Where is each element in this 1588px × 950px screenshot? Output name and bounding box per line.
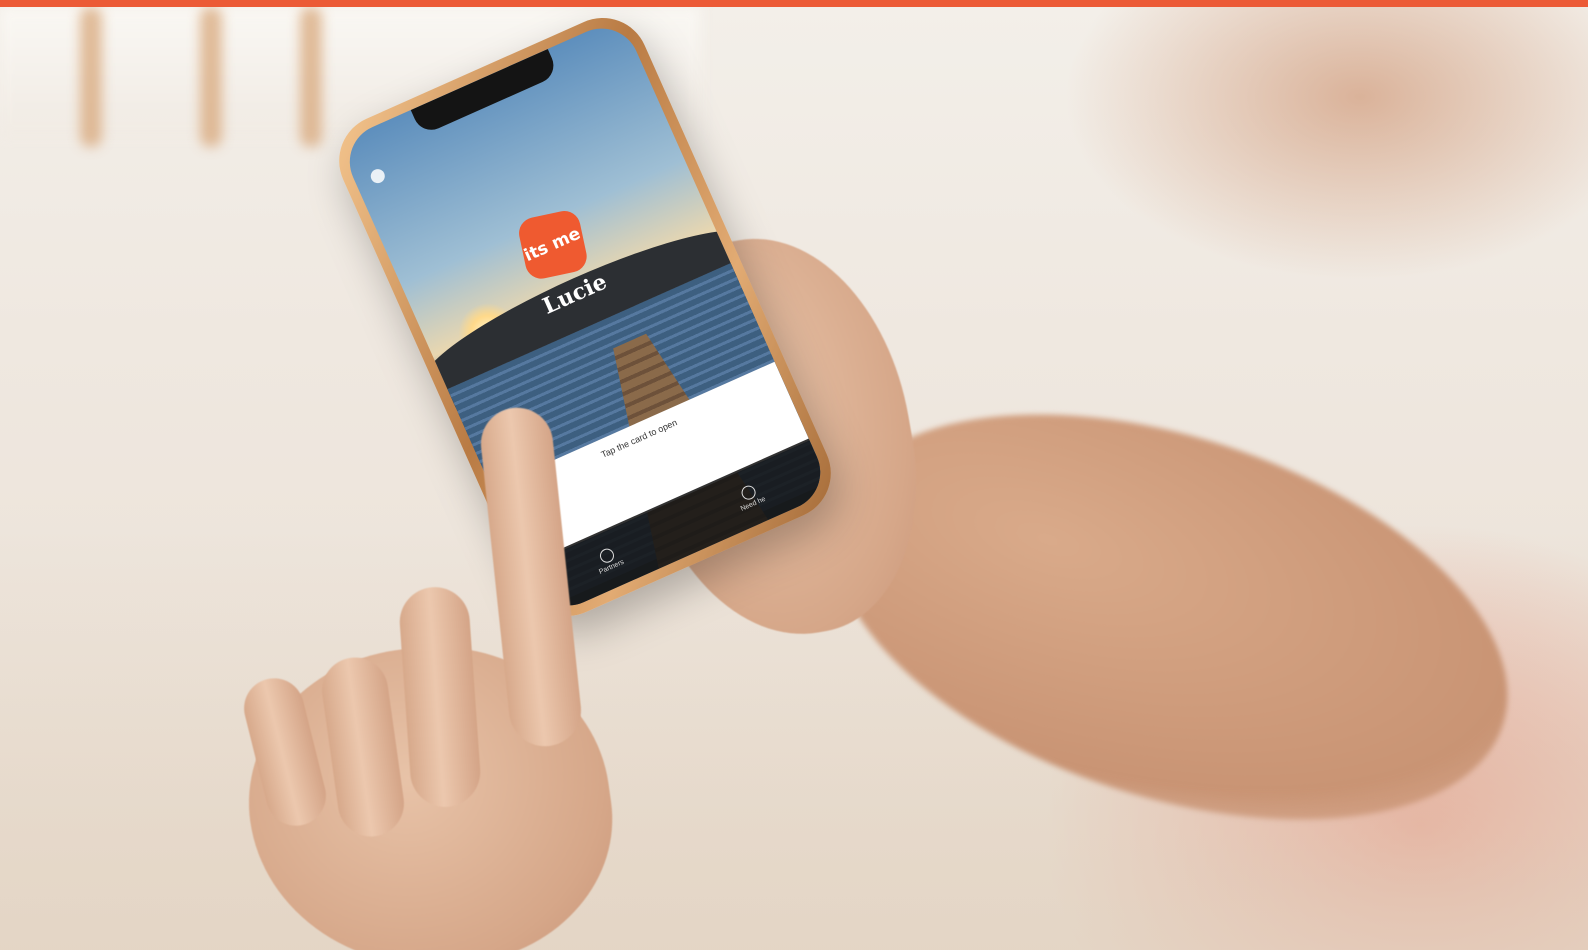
accent-top-bar (0, 0, 1588, 7)
tab-partners[interactable]: Partners (591, 544, 625, 575)
photo-scene: its me Lucie Tap the card to open Partne… (0, 7, 1588, 950)
background-post (200, 7, 222, 147)
background-post (300, 7, 322, 147)
menu-icon[interactable] (368, 166, 388, 186)
itsme-logo: its me (516, 208, 590, 282)
tab-need-help[interactable]: Need he (733, 481, 767, 512)
logo-text: its me (521, 223, 584, 266)
background-post (80, 7, 102, 147)
